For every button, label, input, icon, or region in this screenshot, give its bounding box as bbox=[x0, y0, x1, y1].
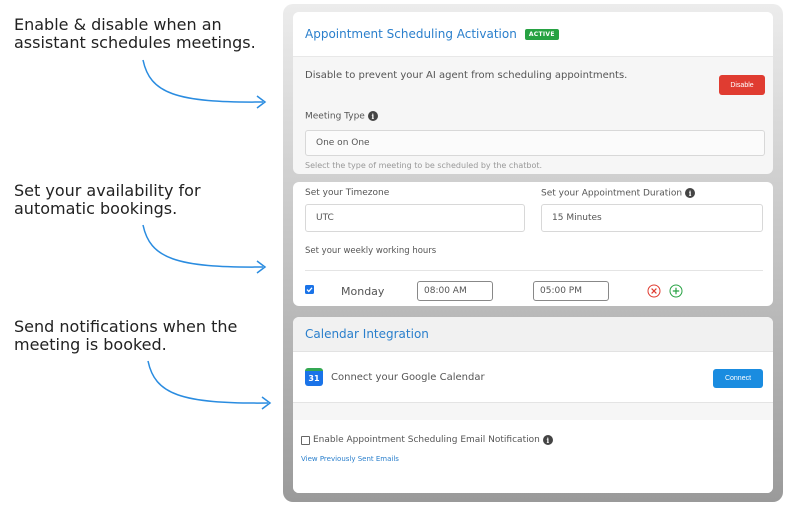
google-calendar-label: Connect your Google Calendar bbox=[331, 372, 485, 383]
annotation-availability: Set your availability for automatic book… bbox=[14, 181, 201, 218]
curved-arrow-icon bbox=[142, 224, 267, 274]
info-icon[interactable]: i bbox=[685, 188, 696, 198]
timezone-label: Set your Timezone bbox=[305, 188, 390, 198]
annotation-notifications: Send notifications when the meeting is b… bbox=[14, 317, 238, 354]
curved-arrow-icon bbox=[147, 360, 272, 410]
meeting-type-select[interactable]: One on One bbox=[305, 130, 765, 156]
duration-label: Set your Appointment Duration i bbox=[541, 188, 696, 199]
disable-button[interactable]: Disable bbox=[719, 75, 765, 95]
status-badge: ACTIVE bbox=[524, 28, 559, 40]
view-sent-emails-link[interactable]: View Previously Sent Emails bbox=[301, 455, 399, 463]
monday-checkbox[interactable] bbox=[305, 285, 314, 294]
email-notification-checkbox[interactable] bbox=[301, 435, 310, 445]
meeting-type-label: Meeting Type i bbox=[305, 111, 378, 122]
activation-card: Appointment Scheduling Activation ACTIVE… bbox=[293, 12, 773, 174]
activation-header: Appointment Scheduling Activation ACTIVE bbox=[293, 12, 773, 57]
calendar-card: Calendar Integration 31 Connect your Goo… bbox=[293, 317, 773, 493]
google-calendar-icon: 31 bbox=[305, 368, 323, 386]
annotation-activation: Enable & disable when an assistant sched… bbox=[14, 15, 256, 52]
start-time-input[interactable]: 08:00 AM bbox=[417, 281, 493, 301]
calendar-title: Calendar Integration bbox=[305, 327, 429, 341]
email-notification-row: Enable Appointment Scheduling Email Noti… bbox=[301, 435, 553, 445]
info-icon[interactable]: i bbox=[367, 111, 378, 121]
activation-title: Appointment Scheduling Activation bbox=[305, 27, 517, 41]
remove-icon[interactable] bbox=[647, 284, 661, 298]
info-icon[interactable]: i bbox=[542, 435, 553, 445]
day-label: Monday bbox=[341, 285, 385, 298]
settings-panel: Appointment Scheduling Activation ACTIVE… bbox=[283, 4, 783, 502]
timezone-select[interactable]: UTC bbox=[305, 204, 525, 232]
calendar-header: Calendar Integration bbox=[293, 317, 773, 352]
curved-arrow-icon bbox=[142, 59, 267, 109]
end-time-input[interactable]: 05:00 PM bbox=[533, 281, 609, 301]
add-icon[interactable] bbox=[669, 284, 683, 298]
weekly-hours-label: Set your weekly working hours bbox=[305, 246, 437, 256]
availability-card: Set your Timezone UTC Set your Appointme… bbox=[293, 182, 773, 306]
connect-button[interactable]: Connect bbox=[713, 369, 763, 388]
divider bbox=[305, 270, 763, 271]
activation-description: Disable to prevent your AI agent from sc… bbox=[305, 70, 628, 81]
meeting-type-helper: Select the type of meeting to be schedul… bbox=[305, 161, 543, 170]
duration-select[interactable]: 15 Minutes bbox=[541, 204, 763, 232]
